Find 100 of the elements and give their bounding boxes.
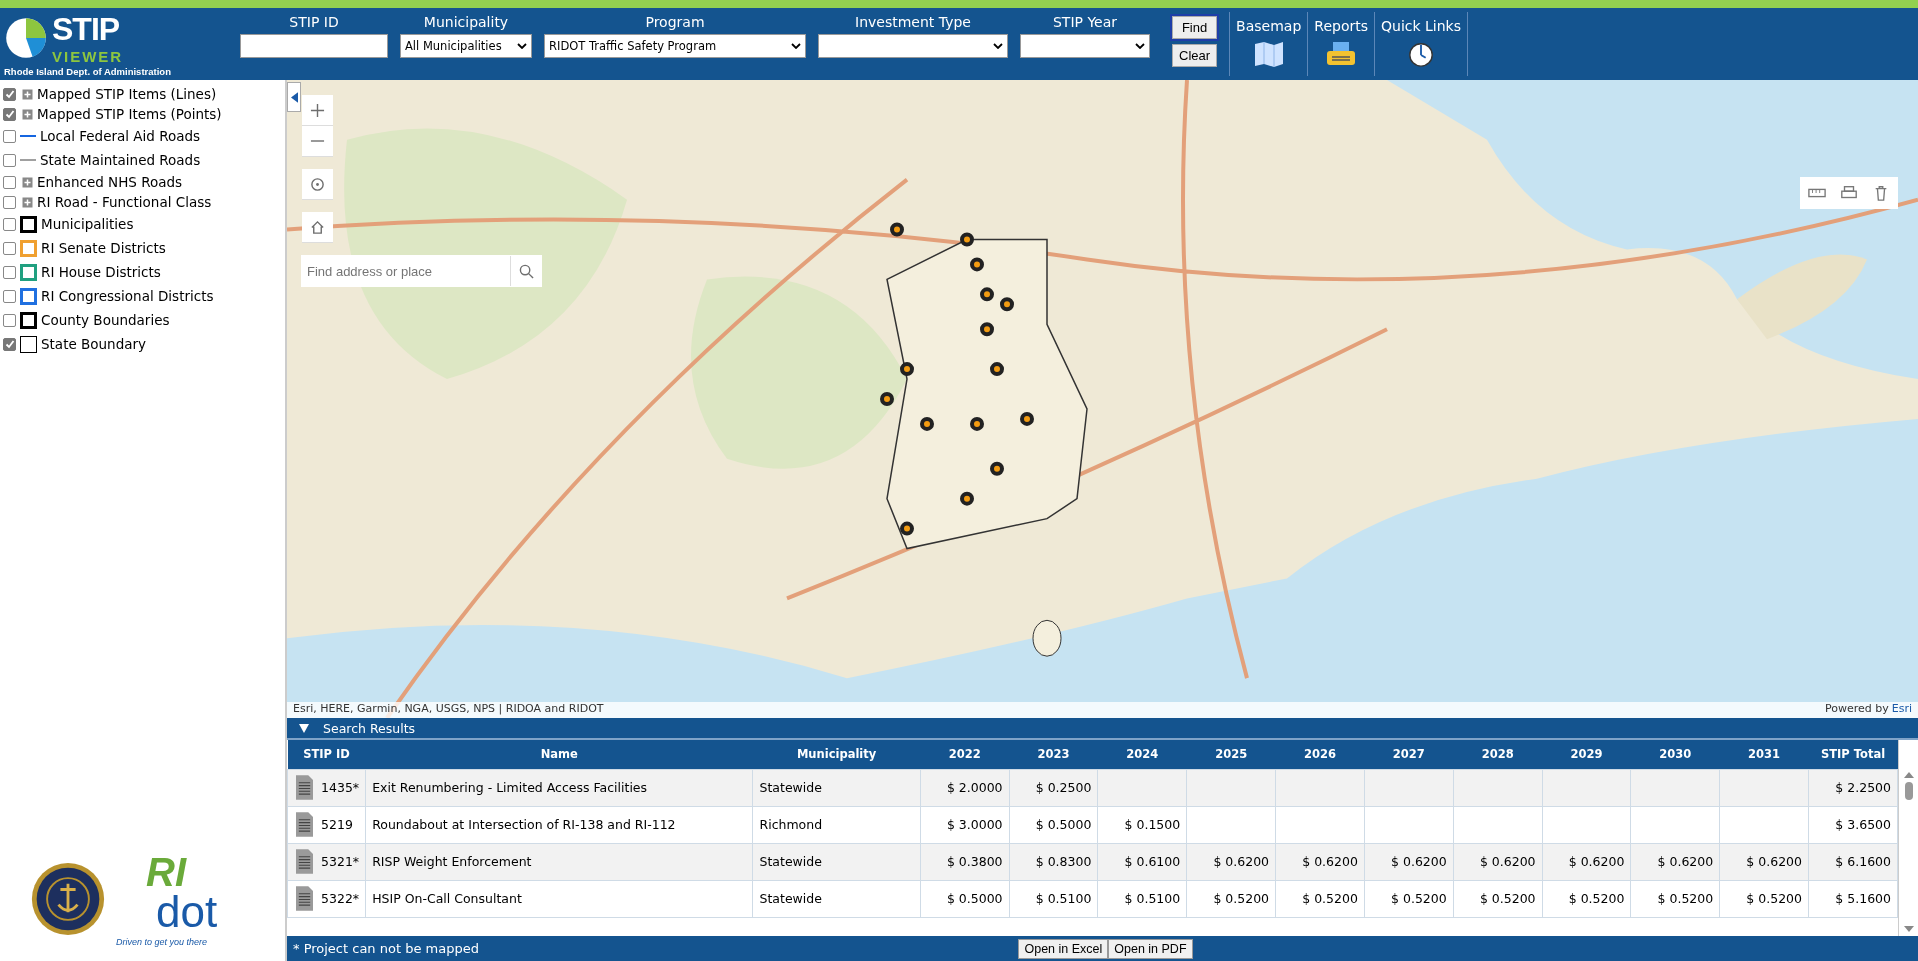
checkbox[interactable] [3, 129, 16, 143]
table-cell: $ 2.0000 [920, 769, 1010, 806]
header-button[interactable]: Find [1172, 16, 1218, 39]
checkbox[interactable] [3, 195, 16, 209]
table-cell: 1435* [315, 769, 366, 806]
table-cell: $ 0.2500 [1009, 769, 1098, 806]
column-header[interactable]: 2025 [1186, 740, 1276, 769]
column-header[interactable]: 2024 [1097, 740, 1187, 769]
toolbar-button[interactable]: Quick Links [1375, 12, 1468, 76]
locate-button[interactable] [302, 169, 333, 200]
table-cell: $ 0.3800 [920, 843, 1010, 880]
expand-icon[interactable] [22, 176, 33, 188]
esri-link[interactable]: Esri [1891, 702, 1912, 715]
column-header[interactable]: Municipality [753, 740, 921, 769]
column-header[interactable]: 2029 [1542, 740, 1631, 769]
table-cell: $ 0.1500 [1097, 806, 1187, 843]
table-cell: $ 5.1600 [1808, 880, 1898, 917]
table-cell: $ 0.6200 [1364, 843, 1454, 880]
checkbox[interactable] [3, 107, 16, 121]
logo-tagline: Driven to get you there [116, 937, 209, 947]
dropdown[interactable] [1020, 34, 1150, 58]
filter-label: Investment Type [855, 14, 971, 30]
column-header[interactable]: 2026 [1275, 740, 1365, 769]
filter-label: Program [645, 14, 705, 30]
checkbox[interactable] [3, 153, 16, 167]
dropdown[interactable]: RIDOT Traffic Safety Program [544, 34, 806, 58]
text-field[interactable] [240, 34, 388, 58]
layer-label: Enhanced NHS Roads [37, 174, 183, 190]
toolbar-button[interactable]: Reports [1308, 12, 1375, 76]
table-cell: Exit Renumbering - Limited Access Facilities [365, 769, 753, 806]
checkmark-icon [4, 339, 15, 349]
layer-label: Municipalities [41, 216, 134, 232]
zoom-out-button[interactable] [302, 126, 333, 157]
checkbox[interactable] [3, 265, 16, 279]
document-icon[interactable] [296, 775, 313, 800]
checkbox[interactable] [3, 337, 16, 351]
table-cell: $ 0.5100 [1009, 880, 1098, 917]
search-icon [519, 263, 534, 279]
scroll-down-icon [1903, 926, 1914, 932]
zoom-in-button[interactable] [302, 95, 333, 126]
column-header[interactable]: 2030 [1630, 740, 1720, 769]
table-cell: Richmond [753, 806, 921, 843]
footer-button[interactable]: Open in Excel [1018, 938, 1109, 959]
table-cell: $ 0.5200 [1364, 880, 1454, 917]
dropdown[interactable]: All Municipalities [400, 34, 532, 58]
checkbox[interactable] [3, 289, 16, 303]
minus-icon [310, 140, 325, 142]
column-header[interactable]: 2027 [1364, 740, 1454, 769]
printer-icon[interactable] [1840, 185, 1858, 201]
table-cell: $ 0.6200 [1630, 843, 1720, 880]
filter-label: Municipality [423, 14, 509, 30]
toolbar-button[interactable]: Basemap [1230, 12, 1309, 76]
document-icon[interactable] [296, 886, 313, 911]
powered-by-text: Powered by [1824, 702, 1889, 715]
expand-icon[interactable] [22, 108, 33, 120]
chevron-down-icon [993, 43, 1003, 49]
table-cell: $ 0.6200 [1719, 843, 1809, 880]
table-cell: $ 0.5200 [1630, 880, 1720, 917]
table-cell: $ 2.2500 [1808, 769, 1898, 806]
column-header[interactable]: 2028 [1453, 740, 1543, 769]
document-icon[interactable] [296, 849, 313, 874]
table-cell: HSIP On-Call Consultant [365, 880, 753, 917]
logo-title: STIP [52, 11, 121, 48]
checkbox[interactable] [3, 87, 16, 101]
logo-caption: Rhode Island Dept. of Administration [4, 66, 172, 77]
document-icon[interactable] [296, 812, 313, 837]
search-field[interactable]: Find address or place [301, 255, 542, 287]
table-cell: $ 0.5000 [920, 880, 1010, 917]
checkbox[interactable] [3, 313, 16, 327]
column-header[interactable]: STIP ID [287, 740, 366, 769]
scroll-thumb[interactable] [1904, 782, 1913, 800]
layer-label: State Boundary [41, 336, 147, 352]
expand-icon[interactable] [22, 88, 33, 100]
home-button[interactable] [302, 212, 333, 243]
layer-label: State Maintained Roads [40, 152, 201, 168]
expand-icon[interactable] [22, 196, 33, 208]
column-header[interactable]: Name [365, 740, 753, 769]
header-button[interactable]: Clear [1172, 44, 1218, 67]
footer-button[interactable]: Open in PDF [1108, 938, 1193, 959]
table-cell: $ 3.0000 [920, 806, 1010, 843]
triangle-left-icon [290, 91, 298, 103]
dropdown[interactable] [818, 34, 1008, 58]
table-cell: Statewide [753, 843, 921, 880]
logo-subtitle: VIEWER [52, 48, 124, 65]
folded-map-icon [1253, 40, 1284, 68]
table-cell: 5322* [315, 880, 366, 917]
table-cell: $ 0.5200 [1275, 880, 1365, 917]
column-header[interactable]: 2031 [1719, 740, 1809, 769]
results-header[interactable]: Search Results [287, 718, 1918, 738]
table-cell: $ 6.1600 [1808, 843, 1898, 880]
checkbox[interactable] [3, 241, 16, 255]
collapse-tab[interactable] [287, 82, 301, 112]
column-header[interactable]: STIP Total [1808, 740, 1898, 769]
column-header[interactable]: 2023 [1009, 740, 1098, 769]
checkbox[interactable] [3, 217, 16, 231]
checkbox[interactable] [3, 175, 16, 189]
layer-label: RI House Districts [41, 264, 161, 280]
footnote-text: * Project can not be mapped [293, 941, 480, 956]
table-cell: Statewide [753, 769, 921, 806]
column-header[interactable]: 2022 [920, 740, 1010, 769]
